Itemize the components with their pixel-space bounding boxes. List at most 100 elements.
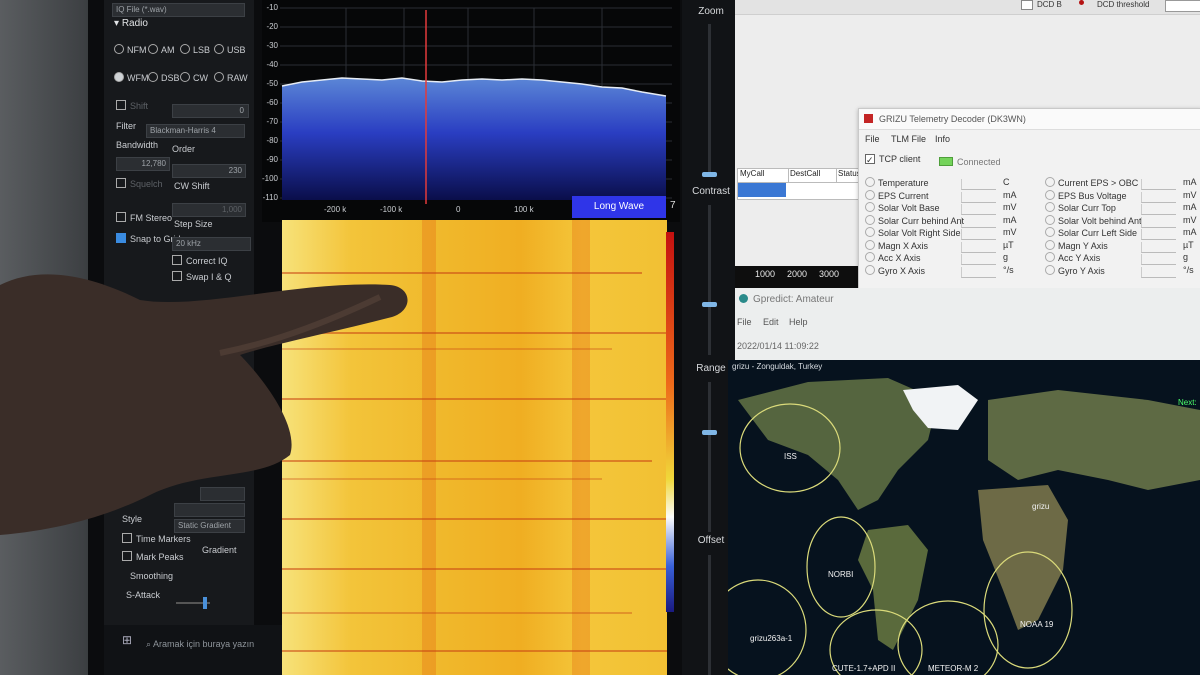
checkbox-icon: [116, 100, 126, 110]
offset-slider[interactable]: [708, 555, 711, 675]
telemetry-item-label: Temperature: [878, 178, 929, 188]
mode-label: LSB: [193, 45, 211, 55]
telemetry-unit: mV: [1183, 214, 1197, 225]
next-pass-label: Next:: [1178, 398, 1197, 407]
mode-lsb[interactable]: LSB: [180, 44, 210, 55]
satellite-label-meteor[interactable]: METEOR-M 2: [928, 664, 978, 673]
file-dropdown[interactable]: IQ File (*.wav): [112, 3, 245, 17]
radio-icon: [865, 239, 875, 250]
telemetry-item[interactable]: Gyro Y Axis: [1045, 264, 1105, 276]
menu-info[interactable]: Info: [935, 134, 950, 144]
zoom-slider[interactable]: [708, 24, 711, 174]
telemetry-item[interactable]: Acc X Axis: [865, 252, 921, 263]
mode-label: RAW: [227, 73, 248, 83]
gpredict-menu-edit[interactable]: Edit: [763, 317, 779, 327]
satellite-label-noaa19[interactable]: NOAA 19: [1020, 620, 1053, 629]
telemetry-title-bar[interactable]: GRIZU Telemetry Decoder (DK3WN): [859, 109, 1200, 130]
telemetry-item[interactable]: Magn Y Axis: [1045, 239, 1108, 251]
satellite-label-norbi[interactable]: NORBI: [828, 570, 853, 579]
app-icon: [864, 114, 873, 123]
contrast-slider[interactable]: [708, 205, 711, 355]
telemetry-item[interactable]: Gyro X Axis: [865, 264, 925, 276]
telemetry-item[interactable]: Temperature: [865, 177, 929, 188]
telemetry-item[interactable]: Magn X Axis: [865, 239, 928, 251]
step-size-dropdown[interactable]: 20 kHz: [172, 237, 251, 251]
contrast-slider-thumb[interactable]: [702, 302, 717, 307]
bandwidth-input[interactable]: 12,780: [116, 157, 170, 171]
range-slider-thumb[interactable]: [702, 430, 717, 435]
shift-checkbox[interactable]: Shift: [116, 100, 148, 111]
radio-icon: [865, 189, 875, 200]
s-attack-slider-thumb[interactable]: [203, 597, 207, 609]
band-label-button[interactable]: Long Wave: [572, 196, 666, 218]
telemetry-item[interactable]: Solar Curr behind Ant: [865, 214, 965, 226]
telemetry-item[interactable]: Solar Curr Top: [1045, 202, 1116, 213]
shift-input[interactable]: 0: [172, 104, 249, 118]
radio-section-header[interactable]: ▾ Radio: [114, 18, 148, 29]
menu-file[interactable]: File: [865, 134, 880, 144]
mode-am[interactable]: AM: [148, 44, 175, 55]
gpredict-menu-help[interactable]: Help: [789, 317, 808, 327]
telemetry-item-label: Solar Volt Base: [878, 203, 940, 213]
spectrum-plot[interactable]: -10 -20 -30 -40 -50 -60 -70 -80 -90 -100 -110 -200…: [262, 0, 680, 222]
telemetry-item[interactable]: Solar Volt Right Side: [865, 227, 961, 238]
windows-start-icon[interactable]: ⊞: [122, 633, 132, 647]
gpredict-title: Gpredict: Amateur: [753, 294, 834, 305]
tcp-client-checkbox[interactable]: ✓ TCP client: [865, 154, 920, 165]
radio-icon: [865, 177, 875, 187]
telemetry-item[interactable]: Solar Curr Left Side: [1045, 227, 1137, 238]
column-header-mycall[interactable]: MyCall: [738, 169, 789, 183]
squelch-checkbox[interactable]: Squelch: [116, 178, 163, 189]
db-tick-label: -50: [266, 79, 278, 88]
shift-label: Shift: [130, 101, 149, 111]
ruler-tick: 1000: [755, 269, 776, 279]
db-tick-label: -100: [261, 174, 278, 183]
filter-dropdown[interactable]: Blackman-Harris 4: [146, 124, 245, 138]
order-input[interactable]: 230: [172, 164, 246, 178]
gpredict-title-bar[interactable]: Gpredict: Amateur: [735, 292, 1200, 308]
satellite-world-map[interactable]: grizu - Zonguldak, Turkey Next: ISS NORB…: [728, 360, 1200, 675]
zoom-slider-thumb[interactable]: [702, 172, 717, 177]
fm-stereo-checkbox[interactable]: FM Stereo: [116, 212, 172, 223]
bandwidth-value: 12,780: [141, 159, 166, 168]
telemetry-item[interactable]: EPS Current: [865, 189, 929, 201]
mode-nfm[interactable]: NFM: [114, 44, 147, 55]
frequency-tick-label: -100 k: [380, 205, 403, 214]
mode-usb[interactable]: USB: [214, 44, 246, 55]
snap-to-grid-checkbox[interactable]: Snap to Grid: [116, 233, 181, 244]
telemetry-item[interactable]: Solar Volt Base: [865, 202, 940, 213]
taskbar-search[interactable]: ⌕ Aramak için buraya yazın: [146, 639, 254, 650]
dcd-indicator: [1079, 0, 1084, 5]
mode-dsb[interactable]: DSB: [148, 72, 180, 83]
db-tick-label: -30: [266, 41, 278, 50]
table-row-selected[interactable]: [738, 183, 786, 197]
telemetry-unit: °/s: [1183, 264, 1194, 275]
dcd-checkbox[interactable]: [1021, 0, 1033, 10]
gpredict-menu-file[interactable]: File: [737, 317, 752, 327]
telemetry-value-field: [1141, 179, 1176, 190]
mode-label: DSB: [161, 73, 180, 83]
checkbox-checked-icon: ✓: [865, 154, 875, 165]
menu-tlm-file[interactable]: TLM File: [891, 134, 926, 144]
satellite-label-cute[interactable]: CUTE-1.7+APD II: [832, 664, 895, 673]
telemetry-item[interactable]: Solar Volt behind Ant: [1045, 214, 1142, 226]
radio-icon: [1045, 264, 1055, 275]
mode-cw[interactable]: CW: [180, 72, 208, 83]
cw-shift-input[interactable]: 1,000: [172, 203, 246, 217]
telemetry-unit: C: [1003, 177, 1010, 187]
callsign-table[interactable]: MyCall DestCall Status: [737, 168, 869, 200]
satellite-label-iss[interactable]: ISS: [784, 452, 797, 461]
telemetry-unit: mA: [1003, 189, 1017, 200]
telemetry-item-label: Solar Curr behind Ant: [878, 215, 965, 226]
telemetry-item[interactable]: EPS Bus Voltage: [1045, 189, 1127, 201]
telemetry-item[interactable]: Acc Y Axis: [1045, 252, 1100, 263]
column-header-destcall[interactable]: DestCall: [788, 169, 837, 183]
mode-raw[interactable]: RAW: [214, 72, 248, 83]
cw-shift-value: 1,000: [221, 205, 242, 214]
satellite-label-grizu263a[interactable]: grizu263a-1: [750, 634, 792, 643]
range-slider[interactable]: [708, 382, 711, 532]
mode-wfm[interactable]: WFM: [114, 72, 149, 83]
telemetry-item[interactable]: Current EPS > OBC: [1045, 177, 1138, 188]
radio-icon: [1045, 177, 1055, 187]
dcd-threshold-input[interactable]: [1165, 0, 1200, 12]
